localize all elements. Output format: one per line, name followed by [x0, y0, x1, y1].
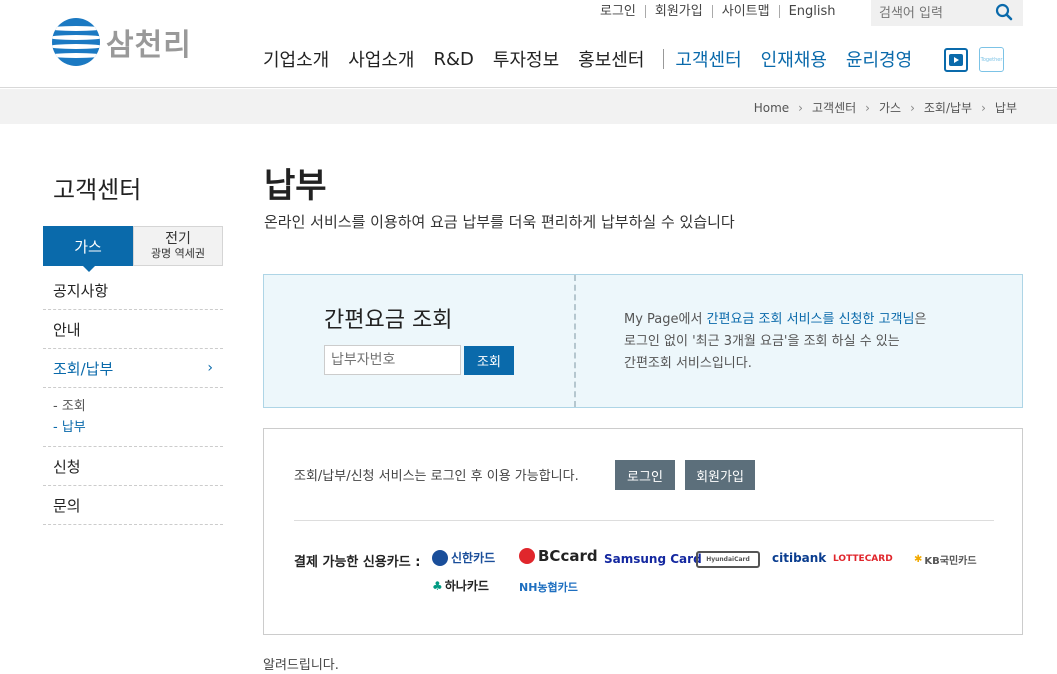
tab-gas[interactable]: 가스: [43, 226, 133, 272]
login-required-message: 조회/납부/신청 서비스는 로그인 후 이용 가능합니다.: [294, 469, 579, 484]
card-name: BCcard: [538, 547, 598, 565]
cards-label: 결제 가능한 신용카드 :: [294, 555, 421, 570]
divider: [294, 520, 994, 521]
card-bc: BCcard: [519, 547, 598, 565]
inquiry-button[interactable]: 조회: [464, 346, 514, 375]
service-login-box: 조회/납부/신청 서비스는 로그인 후 이용 가능합니다. 로그인 회원가입 결…: [263, 428, 1023, 635]
card-name: NH농협카드: [519, 581, 578, 594]
sidebar-sub-payment[interactable]: - 납부: [53, 417, 223, 438]
card-lotte: LOTTECARD: [833, 554, 893, 564]
crumb-gas[interactable]: 가스: [879, 99, 901, 116]
kb-star-icon: ✱: [914, 554, 923, 565]
info-post: 은: [914, 312, 927, 327]
card-shinhan: 신한카드: [432, 549, 495, 566]
bc-logo-icon: [519, 548, 535, 564]
nav-divider: [663, 49, 665, 69]
sidebar-item-apply[interactable]: 신청: [43, 447, 223, 486]
tab-electric-label: 전기: [165, 231, 191, 248]
search-input[interactable]: [871, 0, 981, 26]
nav-ethics[interactable]: 윤리경영: [846, 46, 912, 72]
crumb-payment: 납부: [994, 101, 1017, 115]
card-nh: NH농협카드: [519, 579, 578, 595]
nav-pr[interactable]: 홍보센터: [578, 46, 644, 72]
notice-heading: 알려드립니다.: [263, 658, 339, 673]
login-button[interactable]: 로그인: [615, 460, 675, 490]
sidebar-nav: 공지사항 안내 조회/납부 › - 조회 - 납부 신청 문의: [43, 271, 223, 525]
chevron-right-icon: ›: [981, 100, 986, 115]
util-login-link[interactable]: 로그인: [600, 5, 645, 18]
chevron-right-icon: ›: [207, 360, 213, 376]
utility-links: 로그인 회원가입 사이트맵 English: [600, 5, 845, 18]
search-box: [871, 0, 1023, 26]
quick-title: 간편요금 조회: [324, 308, 453, 333]
nav-company[interactable]: 기업소개: [263, 46, 329, 72]
util-join-link[interactable]: 회원가입: [644, 5, 712, 18]
util-english-link[interactable]: English: [778, 5, 845, 18]
sidebar-item-label: 조회/납부: [53, 359, 114, 378]
together-icon[interactable]: Together: [979, 47, 1004, 72]
info-line-3: 간편조회 서비스입니다.: [624, 356, 752, 371]
quick-bill-inquiry: 간편요금 조회 조회 My Page에서 간편요금 조회 서비스를 신청한 고객…: [263, 274, 1023, 408]
payer-number-input[interactable]: [324, 345, 461, 375]
nav-recruit[interactable]: 인재채용: [761, 46, 827, 72]
card-name: HyundaiCard: [706, 556, 750, 563]
logo-globe-icon: [52, 18, 100, 66]
nav-business[interactable]: 사업소개: [348, 46, 414, 72]
sidebar-item-notice[interactable]: 공지사항: [43, 271, 223, 310]
quick-info-text: My Page에서 간편요금 조회 서비스를 신청한 고객님은 로그인 없이 '…: [624, 309, 984, 375]
sidebar-sub-inquiry[interactable]: - 조회: [53, 396, 223, 417]
sidebar-title: 고객센터: [53, 176, 142, 204]
page-title: 납부: [264, 166, 327, 206]
crumb-home[interactable]: Home: [754, 101, 789, 115]
card-kb: ✱ KB국민카드: [914, 552, 977, 567]
shinhan-logo-icon: [432, 549, 448, 566]
chevron-right-icon: ›: [865, 100, 870, 115]
nav-customer[interactable]: 고객센터: [675, 46, 741, 72]
sidebar-item-guide[interactable]: 안내: [43, 310, 223, 349]
card-name: 하나카드: [444, 579, 489, 593]
search-icon[interactable]: [995, 3, 1013, 21]
logo-text: 삼천리: [106, 28, 192, 63]
crumb-inquiry[interactable]: 조회/납부: [924, 99, 972, 116]
info-pre: My Page에서: [624, 312, 707, 327]
card-name: LOTTECARD: [833, 554, 893, 564]
join-button[interactable]: 회원가입: [685, 460, 755, 490]
card-citibank: citibank: [772, 551, 826, 565]
sidebar-tabs: 가스 전기 광명 역세권: [43, 226, 223, 272]
sidebar-item-inquiry-payment[interactable]: 조회/납부 ›: [43, 349, 223, 388]
card-hana: ♣ 하나카드: [432, 577, 489, 594]
info-line-2: 로그인 없이 '최근 3개월 요금'을 조회 하실 수 있는: [624, 334, 900, 349]
page-description: 온라인 서비스를 이용하여 요금 납부를 더욱 편리하게 납부하실 수 있습니다: [264, 213, 735, 231]
breadcrumb: Home › 고객센터 › 가스 › 조회/납부 › 납부: [754, 99, 1017, 116]
card-name: KB국민카드: [924, 556, 977, 567]
header: 삼천리 로그인 회원가입 사이트맵 English 기업소개 사업소개 R&D …: [0, 0, 1057, 88]
util-sitemap-link[interactable]: 사이트맵: [711, 5, 779, 18]
youtube-icon[interactable]: [944, 48, 968, 72]
chevron-right-icon: ›: [910, 100, 915, 115]
dashed-divider: [574, 275, 576, 407]
sidebar-item-contact[interactable]: 문의: [43, 486, 223, 525]
nav-investor[interactable]: 투자정보: [493, 46, 559, 72]
card-samsung: Samsung Card: [604, 552, 702, 566]
card-hyundai: HyundaiCard: [696, 551, 760, 568]
chevron-right-icon: ›: [798, 100, 803, 115]
hana-logo-icon: ♣: [432, 578, 443, 593]
crumb-customer[interactable]: 고객센터: [812, 99, 856, 116]
info-highlight: 간편요금 조회 서비스를 신청한 고객님: [706, 312, 915, 327]
nav-rnd[interactable]: R&D: [434, 49, 474, 70]
card-name: citibank: [772, 551, 827, 565]
logo[interactable]: 삼천리: [52, 18, 192, 66]
card-name: 신한카드: [451, 551, 496, 565]
breadcrumb-bar: Home › 고객센터 › 가스 › 조회/납부 › 납부: [0, 89, 1057, 124]
sidebar-submenu: - 조회 - 납부: [43, 388, 223, 447]
main-nav: 기업소개 사업소개 R&D 투자정보 홍보센터 고객센터 인재채용 윤리경영: [263, 46, 931, 72]
tab-electric[interactable]: 전기 광명 역세권: [133, 226, 223, 266]
tab-electric-sublabel: 광명 역세권: [150, 246, 206, 260]
card-name: Samsung Card: [604, 552, 702, 566]
